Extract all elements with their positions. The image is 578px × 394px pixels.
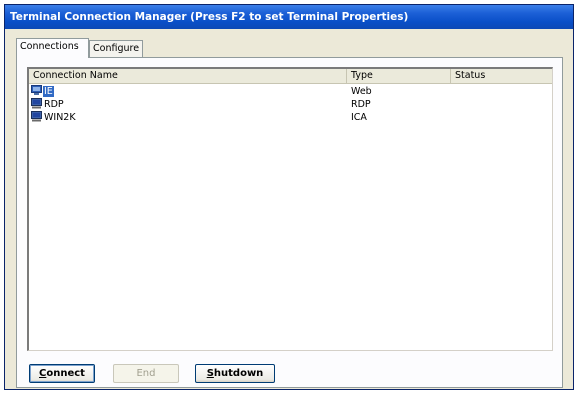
terminal-connection-manager-window: Terminal Connection Manager (Press F2 to…: [4, 4, 574, 390]
window-title[interactable]: Terminal Connection Manager (Press F2 to…: [5, 5, 573, 29]
connection-type-win2k: ICA: [351, 112, 367, 123]
shutdown-mnemonic: S: [206, 368, 214, 379]
list-item-ie[interactable]: IE Web: [29, 85, 552, 98]
connection-type-ie: Web: [351, 86, 372, 97]
tab-configure[interactable]: Configure: [89, 40, 143, 57]
connect-label-rest: onnect: [46, 368, 85, 379]
column-header-status[interactable]: Status: [451, 69, 552, 83]
connection-name-ie: IE: [43, 86, 54, 97]
shutdown-label-rest: hutdown: [213, 368, 264, 379]
connection-name-rdp: RDP: [44, 99, 64, 110]
list-item-win2k[interactable]: WIN2K ICA: [29, 111, 552, 124]
connections-panel: Connection Name Type Status IE Web RDP R…: [16, 57, 563, 388]
connect-button[interactable]: Connect: [29, 364, 95, 383]
web-connection-icon: [31, 85, 42, 95]
computer-icon: [31, 111, 42, 122]
connection-type-rdp: RDP: [351, 99, 371, 110]
tab-connections[interactable]: Connections: [16, 38, 89, 58]
connection-list[interactable]: Connection Name Type Status IE Web RDP R…: [27, 67, 553, 351]
list-item-rdp[interactable]: RDP RDP: [29, 98, 552, 111]
shutdown-button[interactable]: Shutdown: [195, 364, 275, 383]
connection-name-win2k: WIN2K: [44, 112, 76, 123]
column-header-connection-name[interactable]: Connection Name: [29, 69, 347, 83]
column-header-type[interactable]: Type: [347, 69, 451, 83]
computer-icon: [31, 98, 42, 109]
end-button[interactable]: End: [113, 364, 179, 383]
list-header: Connection Name Type Status: [29, 69, 552, 84]
